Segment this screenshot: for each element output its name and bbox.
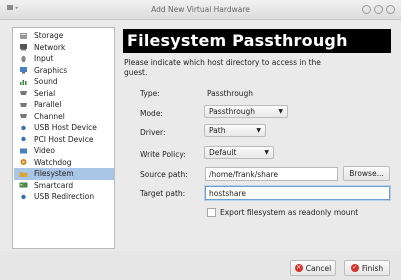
dialog-footer: ✕ Cancel ✓ Finish: [0, 251, 401, 280]
sidebar-item-parallel[interactable]: Parallel: [14, 99, 114, 111]
page-title-banner: Filesystem Passthrough: [123, 29, 391, 53]
smartcard-icon: [19, 182, 28, 188]
finish-icon: ✓: [350, 264, 359, 272]
write-policy-label: Write Policy:: [140, 150, 186, 159]
sidebar-item-label: Filesystem: [34, 169, 74, 179]
finish-button[interactable]: ✓ Finish: [344, 260, 390, 276]
sidebar-item-pci-host-device[interactable]: PCI Host Device: [14, 134, 114, 146]
write-policy-select-value: Default: [209, 148, 237, 157]
sidebar-item-input[interactable]: Input: [14, 53, 114, 65]
mode-select[interactable]: Passthrough ▼: [204, 105, 288, 118]
sidebar-item-label: Serial: [34, 88, 56, 98]
type-value: Passthrough: [207, 89, 254, 98]
window-title: Add New Virtual Hardware: [151, 5, 250, 14]
storage-icon: [20, 32, 27, 39]
browse-button[interactable]: Browse...: [343, 166, 390, 181]
hardware-type-list[interactable]: Storage Network Input Graphics Sound Ser…: [12, 27, 115, 249]
target-path-input[interactable]: hostshare: [205, 186, 390, 200]
sidebar-item-channel[interactable]: Channel: [14, 111, 114, 123]
video-icon: [20, 148, 27, 154]
usb-icon: [21, 125, 26, 130]
sidebar-item-network[interactable]: Network: [14, 42, 114, 54]
cancel-icon: ✕: [294, 264, 303, 272]
sidebar-item-label: USB Host Device: [34, 123, 97, 133]
driver-label: Driver:: [140, 128, 166, 137]
pci-icon: [21, 137, 26, 142]
chevron-down-icon: ▼: [278, 108, 283, 115]
serial-icon: [20, 91, 27, 96]
type-label: Type:: [140, 89, 160, 98]
sidebar-item-label: Watchdog: [34, 157, 72, 167]
sidebar-item-graphics[interactable]: Graphics: [14, 65, 114, 77]
parallel-icon: [20, 102, 27, 107]
filesystem-icon: [19, 171, 28, 177]
finish-button-label: Finish: [361, 263, 384, 273]
sidebar-item-smartcard[interactable]: Smartcard: [14, 180, 114, 192]
mode-select-value: Passthrough: [209, 107, 256, 116]
source-path-label: Source path:: [140, 170, 188, 179]
sidebar-item-label: Storage: [34, 31, 64, 41]
sidebar-item-label: PCI Host Device: [34, 134, 94, 144]
mode-label: Mode:: [140, 109, 163, 118]
sound-icon: [20, 79, 27, 85]
sidebar-item-label: Parallel: [34, 100, 62, 110]
chevron-down-icon: ▼: [264, 149, 269, 156]
page-title: Filesystem Passthrough: [127, 31, 348, 50]
sidebar-item-usb-redirection[interactable]: USB Redirection: [14, 191, 114, 203]
input-icon: [21, 55, 26, 62]
sidebar-item-label: Graphics: [34, 65, 68, 75]
maximize-button[interactable]: [374, 5, 383, 14]
sidebar-item-label: Video: [34, 146, 56, 156]
sidebar-item-sound[interactable]: Sound: [14, 76, 114, 88]
sidebar-item-label: Smartcard: [34, 180, 74, 190]
channel-icon: [20, 114, 27, 119]
sidebar-item-label: Sound: [34, 77, 58, 87]
network-icon: [20, 44, 27, 51]
watchdog-icon: [20, 159, 27, 166]
sidebar-item-label: Channel: [34, 111, 65, 121]
driver-select[interactable]: Path ▼: [204, 124, 266, 137]
sidebar-item-watchdog[interactable]: Watchdog: [14, 157, 114, 169]
sidebar-item-usb-host-device[interactable]: USB Host Device: [14, 122, 114, 134]
driver-select-value: Path: [209, 126, 226, 135]
write-policy-select[interactable]: Default ▼: [204, 146, 274, 159]
cancel-button[interactable]: ✕ Cancel: [290, 260, 336, 276]
title-bar: Add New Virtual Hardware: [0, 0, 401, 20]
page-description: Please indicate which host directory to …: [124, 58, 321, 77]
chevron-down-icon: ▼: [256, 127, 261, 134]
close-button[interactable]: [386, 5, 395, 14]
sidebar-item-storage[interactable]: Storage: [14, 30, 114, 42]
sidebar-item-label: Network: [34, 42, 66, 52]
target-path-label: Target path:: [140, 189, 186, 198]
graphics-icon: [20, 67, 27, 74]
sidebar-item-video[interactable]: Video: [14, 145, 114, 157]
readonly-label: Export filesystem as readonly mount: [220, 208, 359, 217]
source-path-input[interactable]: /home/frank/share: [205, 167, 338, 181]
minimize-button[interactable]: [362, 5, 371, 14]
cancel-button-label: Cancel: [305, 263, 332, 273]
sidebar-item-serial[interactable]: Serial: [14, 88, 114, 100]
sidebar-item-label: Input: [34, 54, 54, 64]
sidebar-item-label: USB Redirection: [34, 192, 95, 202]
sidebar-item-filesystem[interactable]: Filesystem: [14, 168, 114, 180]
usb-redirection-icon: [21, 194, 26, 199]
readonly-checkbox[interactable]: [207, 208, 216, 217]
